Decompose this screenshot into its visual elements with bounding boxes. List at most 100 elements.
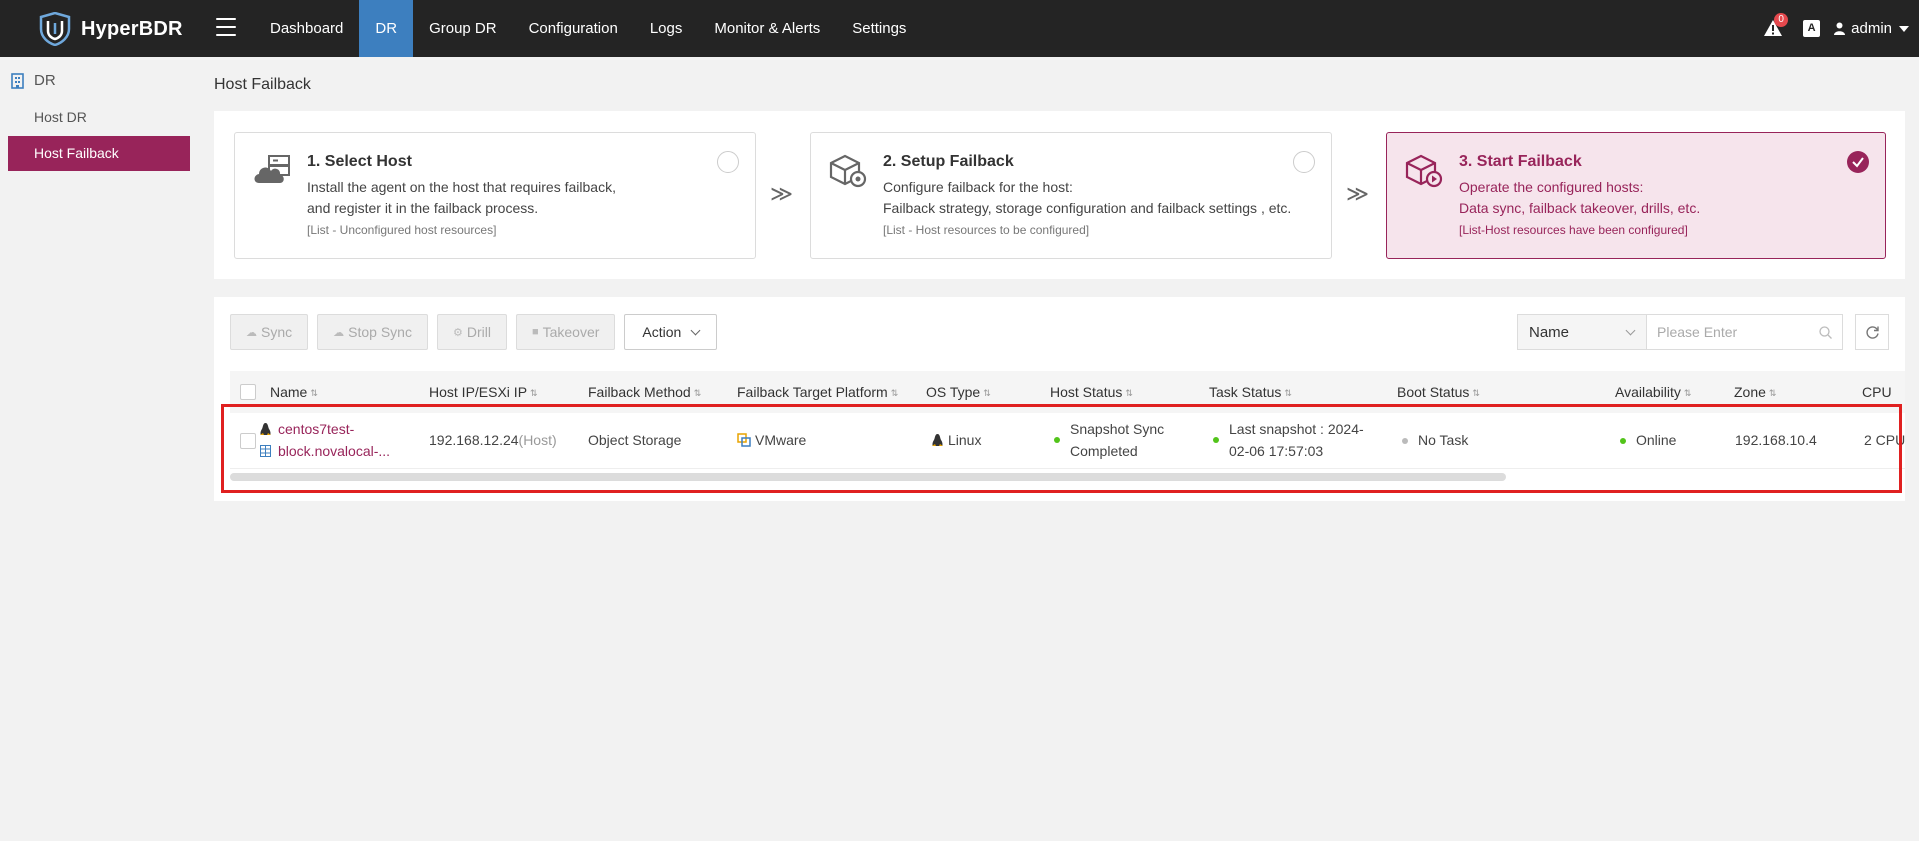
takeover-label: Takeover — [542, 324, 600, 340]
nav-dashboard[interactable]: Dashboard — [254, 0, 359, 57]
search-field-select[interactable]: Name — [1517, 314, 1647, 350]
column-label: CPU — [1862, 384, 1892, 400]
step-desc-line: and register it in the failback process. — [307, 200, 539, 216]
column-label: Name — [270, 384, 308, 400]
step-note: [List - Unconfigured host resources] — [307, 223, 497, 237]
step-radio[interactable] — [1293, 151, 1315, 173]
sidebar-item-host-failback[interactable]: Host Failback — [8, 136, 190, 171]
column-label: Availability — [1615, 384, 1681, 400]
step-note: [List - Host resources to be configured] — [883, 223, 1090, 237]
nav-logs[interactable]: Logs — [634, 0, 699, 57]
chevron-down-icon — [1625, 325, 1636, 335]
step-note: [List-Host resources have been configure… — [1459, 223, 1688, 237]
nav-settings[interactable]: Settings — [836, 0, 922, 57]
sidebar-item-host-dr[interactable]: Host DR — [8, 100, 190, 135]
sidebar-title: DR — [34, 72, 56, 89]
drill-button[interactable]: ⚙ Drill — [436, 314, 507, 350]
sort-icon: ⇅ — [1768, 387, 1777, 398]
menu-toggle-icon[interactable] — [216, 18, 236, 36]
column-label: OS Type — [926, 384, 981, 400]
step-radio[interactable] — [717, 151, 739, 173]
search-icon[interactable] — [1819, 326, 1832, 339]
sort-icon: ⇅ — [1472, 387, 1480, 398]
search-input[interactable] — [1647, 315, 1842, 349]
step-title: 1. Select Host — [307, 153, 412, 170]
column-label: Task Status — [1209, 384, 1282, 400]
sort-icon: ⇅ — [983, 387, 991, 398]
step-desc-line: Data sync, failback takeover, drills, et… — [1459, 200, 1701, 216]
failback-steps: 1. Select Host Install the agent on the … — [214, 111, 1905, 279]
sort-icon: ⇅ — [1683, 387, 1692, 398]
column-label: Host Status — [1050, 384, 1123, 400]
action-dropdown[interactable]: Action — [624, 314, 718, 350]
step-select-host[interactable]: 1. Select Host Install the agent on the … — [234, 132, 756, 259]
step-desc-line: Configure failback for the host: — [883, 179, 1073, 195]
logo[interactable]: HyperBDR — [38, 12, 183, 46]
table-toolbar: ☁ Sync ☁ Stop Sync ⚙ Drill ■ Takeover Action — [230, 314, 726, 350]
sort-icon: ⇅ — [1125, 387, 1133, 398]
nav-monitor-alerts[interactable]: Monitor & Alerts — [698, 0, 836, 57]
main-nav: Dashboard DR Group DR Configuration Logs… — [254, 0, 922, 57]
column-label: Zone — [1734, 384, 1766, 400]
column-label: Failback Method — [588, 384, 691, 400]
double-chevron-right-icon: ≫ — [770, 181, 794, 206]
step-setup-failback[interactable]: 2. Setup Failback Configure failback for… — [810, 132, 1332, 259]
sort-icon: ⇅ — [530, 387, 538, 398]
column-label: Host IP/ESXi IP — [429, 384, 528, 400]
sort-icon: ⇅ — [1284, 387, 1292, 398]
column-label: Failback Target Platform — [737, 384, 888, 400]
search-field-value: Name — [1529, 323, 1570, 341]
app-name: HyperBDR — [81, 17, 183, 40]
chevron-down-icon — [690, 325, 701, 335]
cloud-icon: ☁ — [246, 326, 257, 339]
step-description: Configure failback for the host: Failbac… — [883, 177, 1291, 219]
step-start-failback[interactable]: 3. Start Failback Operate the configured… — [1386, 132, 1886, 259]
building-icon — [11, 72, 24, 89]
alerts-button[interactable]: 0 — [1763, 12, 1789, 40]
takeover-icon: ■ — [531, 326, 539, 338]
double-chevron-right-icon: ≫ — [1346, 181, 1370, 206]
user-icon — [1834, 22, 1846, 35]
search-group: Name — [1517, 314, 1843, 350]
drill-label: Drill — [466, 324, 491, 340]
logo-shield-icon — [39, 12, 71, 46]
nav-configuration[interactable]: Configuration — [513, 0, 634, 57]
sidebar-section-dr: DR — [10, 72, 56, 89]
top-navbar: HyperBDR Dashboard DR Group DR Configura… — [0, 0, 1919, 57]
step-desc-line: Install the agent on the host that requi… — [307, 179, 616, 195]
username: admin — [1851, 20, 1892, 37]
step-description: Operate the configured hosts: Data sync,… — [1459, 177, 1700, 219]
language-icon[interactable]: A — [1803, 20, 1821, 37]
sync-button[interactable]: ☁ Sync — [230, 314, 309, 350]
step-checked-icon[interactable] — [1847, 151, 1869, 173]
action-label: Action — [642, 324, 682, 340]
drill-icon: ⚙ — [452, 326, 463, 339]
box-play-icon — [1405, 154, 1443, 188]
stop-sync-button[interactable]: ☁ Stop Sync — [317, 314, 428, 350]
step-title: 3. Start Failback — [1459, 153, 1582, 170]
refresh-icon — [1865, 325, 1879, 339]
nav-group-dr[interactable]: Group DR — [413, 0, 513, 57]
step-desc-line: Failback strategy, storage configuration… — [883, 200, 1292, 216]
sidebar: DR Host DR Host Failback — [0, 57, 199, 841]
search-input-wrap — [1647, 314, 1843, 350]
sort-icon: ⇅ — [310, 387, 318, 398]
highlight-box — [221, 404, 1902, 493]
cloud-server-icon — [254, 155, 290, 183]
stop-sync-label: Stop Sync — [348, 324, 412, 340]
alert-count-badge: 0 — [1774, 12, 1789, 27]
box-gear-icon — [829, 154, 867, 188]
sort-icon: ⇅ — [693, 387, 702, 398]
select-all-checkbox[interactable] — [240, 384, 256, 400]
step-title: 2. Setup Failback — [883, 153, 1014, 170]
step-description: Install the agent on the host that requi… — [307, 177, 616, 219]
user-menu[interactable]: admin — [1834, 20, 1909, 37]
refresh-button[interactable] — [1855, 314, 1889, 350]
nav-dr[interactable]: DR — [359, 0, 414, 57]
cloud-icon: ☁ — [333, 326, 345, 339]
sort-icon: ⇅ — [890, 387, 899, 398]
step-desc-line: Operate the configured hosts: — [1459, 179, 1644, 195]
takeover-button[interactable]: ■ Takeover — [515, 314, 616, 350]
page-title: Host Failback — [214, 76, 311, 93]
caret-down-icon — [1899, 25, 1909, 32]
